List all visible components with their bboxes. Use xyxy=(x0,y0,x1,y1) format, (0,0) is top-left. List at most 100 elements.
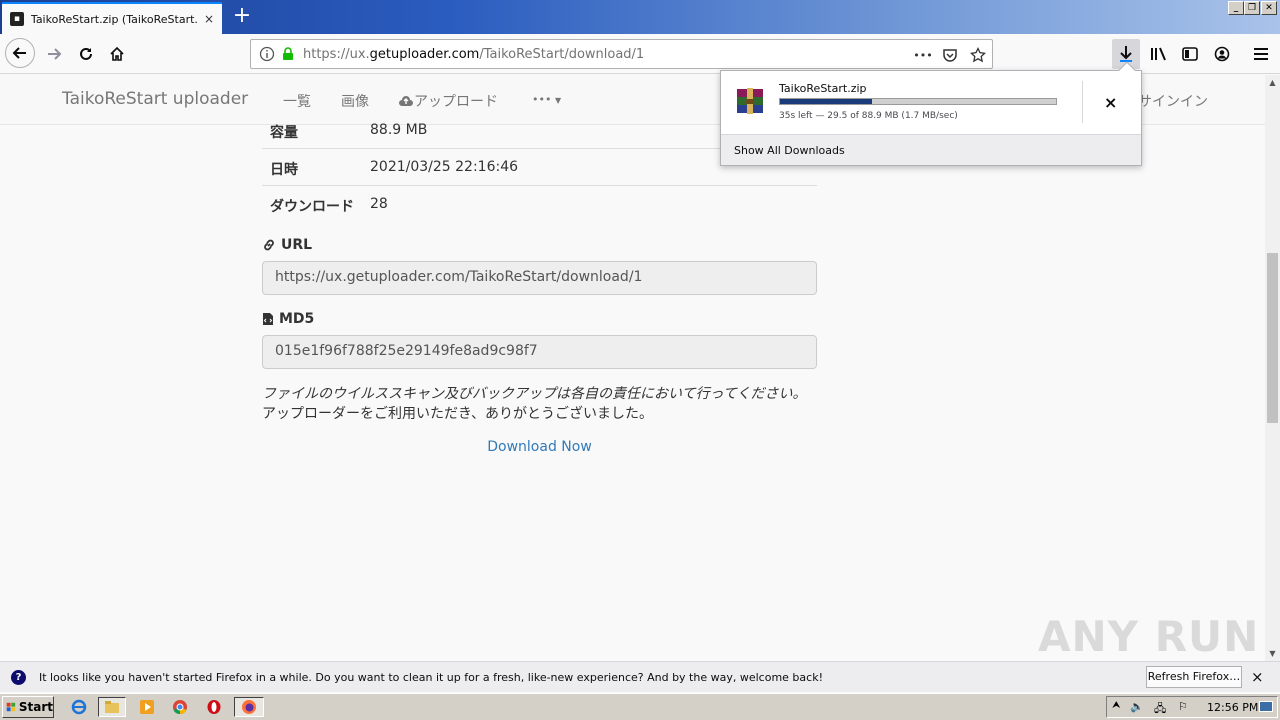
pocket-button[interactable] xyxy=(941,46,959,64)
question-icon: ? xyxy=(11,670,26,685)
date-value: 2021/03/25 22:16:46 xyxy=(370,159,519,175)
panel-divider xyxy=(1082,81,1083,123)
notice-line-1: ファイルのウイルススキャン及びバックアップは各自の責任において行ってください。 xyxy=(262,386,807,402)
url-bar[interactable]: https://ux.getuploader.com/TaikoReStart/… xyxy=(250,39,993,69)
sidebar-button[interactable] xyxy=(1176,40,1204,68)
new-tab-button[interactable]: + xyxy=(230,5,254,29)
notification-close-icon[interactable]: × xyxy=(1251,668,1264,686)
firefox-taskbar-icon[interactable] xyxy=(234,697,264,717)
nav-list-link[interactable]: 一覧 xyxy=(283,91,311,111)
scroll-down-icon[interactable]: ▼ xyxy=(1265,646,1280,661)
nav-more-dropdown[interactable]: ••• ▼ xyxy=(532,93,561,106)
info-icon[interactable] xyxy=(259,46,275,62)
library-button[interactable] xyxy=(1145,40,1173,68)
pocket-icon xyxy=(943,49,957,62)
url-label-text: URL xyxy=(281,237,313,253)
signin-link[interactable]: サインイン xyxy=(1138,91,1208,111)
back-arrow-icon xyxy=(12,47,26,59)
url-path: /TaikoReStart/download/1 xyxy=(479,46,645,62)
browser-tab[interactable]: ▪ TaikoReStart.zip (TaikoReStart.zip) × xyxy=(2,2,222,34)
nav-upload-link[interactable]: アップロード xyxy=(398,91,498,111)
date-label: 日時 xyxy=(270,162,298,178)
cancel-download-icon[interactable]: × xyxy=(1104,93,1117,112)
url-section-label: URL xyxy=(262,237,312,253)
reload-button[interactable] xyxy=(72,40,100,68)
md5-label-text: MD5 xyxy=(279,311,315,327)
file-favicon-icon: ▪ xyxy=(10,12,24,26)
cloud-upload-icon xyxy=(399,96,413,106)
notice-text: ファイルのウイルススキャン及びバックアップは各自の責任において行ってください。 … xyxy=(262,384,806,424)
navigation-toolbar: https://ux.getuploader.com/TaikoReStart/… xyxy=(0,34,1280,74)
start-button[interactable]: Start xyxy=(2,696,54,718)
md5-field[interactable]: 015e1f96f788f25e29149fe8ad9c98f7 xyxy=(262,335,817,369)
scroll-thumb[interactable] xyxy=(1267,253,1278,423)
anyrun-watermark: ANY RUN xyxy=(1038,612,1260,661)
browser-title-bar: ▪ TaikoReStart.zip (TaikoReStart.zip) × … xyxy=(0,0,1280,34)
account-icon xyxy=(1214,46,1230,62)
url-field[interactable]: https://ux.getuploader.com/TaikoReStart/… xyxy=(262,261,817,295)
menu-button[interactable] xyxy=(1247,40,1275,68)
reload-icon xyxy=(80,47,92,60)
downloads-label: ダウンロード xyxy=(270,199,354,215)
info-row-downloads: ダウンロード 28 xyxy=(262,185,817,222)
star-icon xyxy=(970,47,986,63)
windows-logo-icon xyxy=(6,702,16,712)
action-center-flag-icon[interactable]: ⚐ xyxy=(1178,700,1188,713)
notification-text: It looks like you haven't started Firefo… xyxy=(39,671,823,684)
window-close-icon[interactable]: ✕ xyxy=(1261,1,1277,15)
download-status: 35s left — 29.5 of 88.9 MB (1.7 MB/sec) xyxy=(779,111,958,121)
downloads-panel: TaikoReStart.zip 35s left — 29.5 of 88.9… xyxy=(720,61,1142,166)
download-file-name[interactable]: TaikoReStart.zip xyxy=(779,82,867,95)
chrome-taskbar-icon[interactable] xyxy=(169,697,191,717)
library-icon xyxy=(1151,47,1166,61)
link-icon xyxy=(264,239,274,251)
start-label: Start xyxy=(18,700,53,714)
nav-upload-label: アップロード xyxy=(414,94,498,110)
page-actions-button[interactable]: ••• xyxy=(911,46,935,64)
tray-expand-icon[interactable]: ⮝ xyxy=(1112,700,1121,711)
opera-taskbar-icon[interactable] xyxy=(203,697,225,717)
url-text[interactable]: https://ux.getuploader.com/TaikoReStart/… xyxy=(303,47,644,62)
winrar-archive-icon xyxy=(737,88,763,114)
lock-icon xyxy=(283,47,293,60)
show-all-downloads-button[interactable]: Show All Downloads xyxy=(721,134,1141,165)
notification-bar: ? It looks like you haven't started Fire… xyxy=(0,661,1280,692)
minimize-icon[interactable]: _ xyxy=(1228,1,1244,15)
caret-down-icon: ▼ xyxy=(554,96,562,105)
page-scrollbar[interactable]: ▲ ▼ xyxy=(1265,75,1280,661)
bookmark-star-button[interactable] xyxy=(969,46,987,64)
network-icon[interactable]: 🖧 xyxy=(1154,700,1166,719)
download-now-label: Download Now xyxy=(487,439,592,455)
show-desktop-icon[interactable] xyxy=(1259,701,1273,712)
hamburger-icon xyxy=(1254,48,1268,60)
file-code-icon xyxy=(263,313,273,325)
system-tray: ⮝ 🔈 🖧 ⚐ 12:56 PM xyxy=(1106,696,1278,718)
clock: 12:56 PM xyxy=(1207,701,1259,714)
scroll-up-icon[interactable]: ▲ xyxy=(1265,75,1280,90)
site-brand[interactable]: TaikoReStart uploader xyxy=(62,89,248,109)
forward-button[interactable] xyxy=(40,40,68,68)
size-value: 88.9 MB xyxy=(370,122,428,138)
nav-images-link[interactable]: 画像 xyxy=(341,91,369,111)
tab-title: TaikoReStart.zip (TaikoReStart.zip) xyxy=(30,12,198,26)
nav-more-label: ••• xyxy=(532,93,552,106)
tab-close-icon[interactable]: × xyxy=(204,12,214,26)
download-now-link[interactable]: Download Now xyxy=(262,439,817,455)
home-button[interactable] xyxy=(103,40,131,68)
sidebar-icon xyxy=(1182,47,1198,61)
volume-icon[interactable]: 🔈 xyxy=(1130,700,1144,713)
url-domain: getuploader.com xyxy=(369,46,480,62)
md5-section-label: MD5 xyxy=(262,311,314,327)
account-button[interactable] xyxy=(1208,40,1236,68)
ie-taskbar-icon[interactable] xyxy=(68,697,90,717)
explorer-taskbar-icon[interactable] xyxy=(98,697,126,717)
media-player-taskbar-icon[interactable] xyxy=(136,697,158,717)
refresh-firefox-button[interactable]: Refresh Firefox… xyxy=(1146,666,1242,688)
url-prefix: https://ux. xyxy=(303,46,370,62)
back-button[interactable] xyxy=(5,38,35,68)
restore-icon[interactable]: ❐ xyxy=(1244,1,1260,15)
home-icon xyxy=(110,46,124,61)
download-progress-fill xyxy=(780,99,872,104)
downloads-value: 28 xyxy=(370,196,388,212)
size-label: 容量 xyxy=(270,125,298,141)
